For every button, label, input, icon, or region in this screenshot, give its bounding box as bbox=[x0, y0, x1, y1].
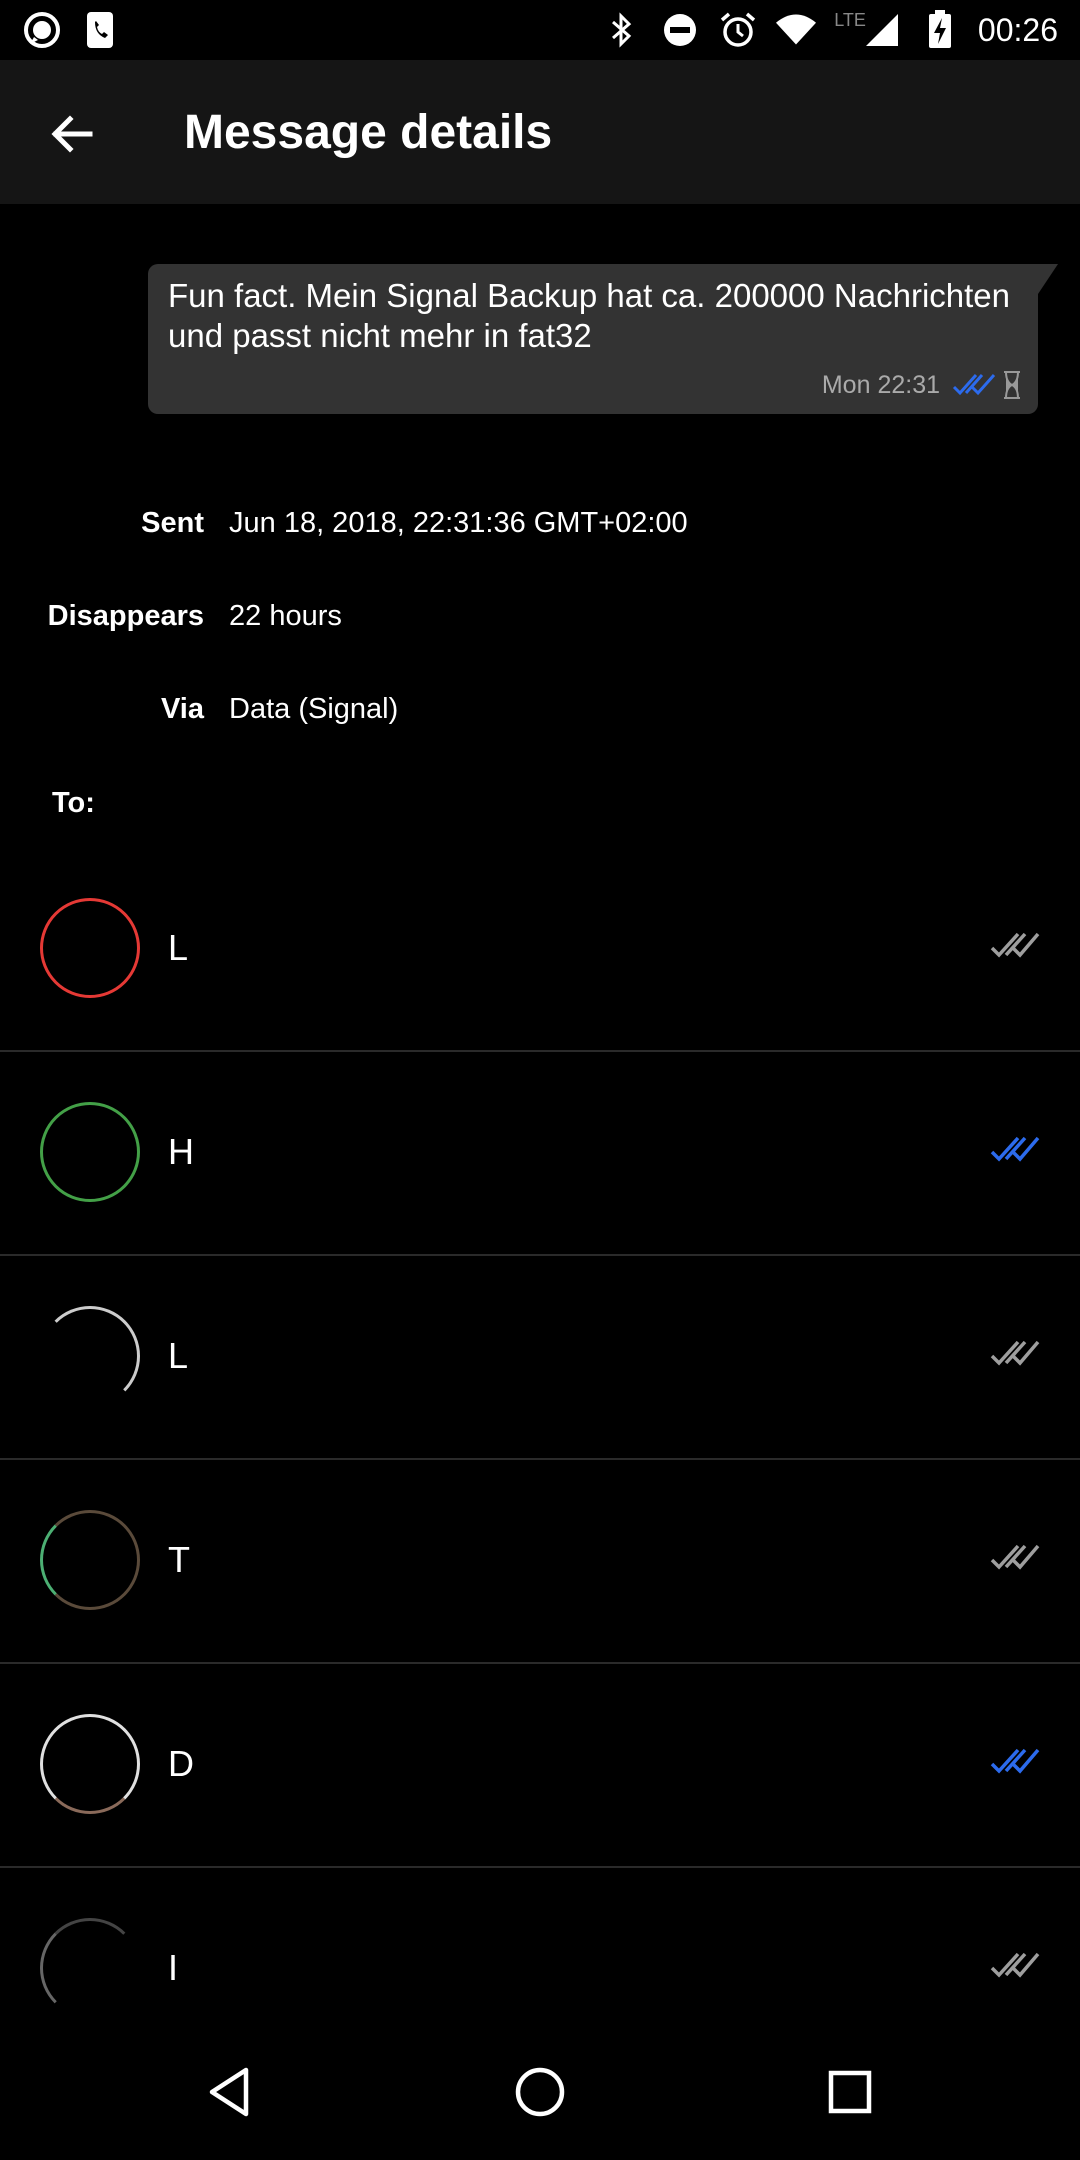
recipient-name: L bbox=[168, 1335, 189, 1376]
recipient-row[interactable]: I bbox=[0, 1868, 1080, 2020]
recipient-name: D bbox=[168, 1743, 194, 1784]
delivered-icon bbox=[990, 1952, 1040, 1978]
arrow-left-icon bbox=[51, 115, 93, 153]
read-icon bbox=[990, 1748, 1040, 1774]
hourglass-icon bbox=[1004, 371, 1020, 399]
alarm-icon bbox=[718, 8, 758, 52]
status-bar-left bbox=[22, 8, 120, 52]
disappears-value: 22 hours bbox=[229, 600, 342, 632]
bubble-tail bbox=[1038, 264, 1058, 294]
recipient-row[interactable]: H bbox=[0, 1052, 1080, 1256]
nav-recents-button[interactable] bbox=[818, 2060, 882, 2124]
message-text: Fun fact. Mein Signal Backup hat ca. 200… bbox=[168, 277, 1010, 354]
message-time: Mon 22:31 bbox=[821, 370, 940, 399]
bluetooth-icon bbox=[602, 8, 642, 52]
to-label: To: bbox=[52, 787, 95, 819]
recipient-row[interactable]: L bbox=[0, 1256, 1080, 1460]
triangle-back-icon bbox=[209, 2067, 249, 2117]
status-bar-right: LTE 00:26 bbox=[602, 6, 1058, 54]
avatar bbox=[40, 1918, 140, 2018]
cell-signal-icon bbox=[862, 8, 902, 52]
circle-home-icon bbox=[515, 2067, 565, 2117]
toolbar: Message details bbox=[0, 60, 1080, 204]
nav-back-button[interactable] bbox=[198, 2060, 262, 2124]
via-value: Data (Signal) bbox=[229, 693, 399, 725]
recipient-name: T bbox=[168, 1539, 190, 1580]
recipient-name: I bbox=[168, 1947, 179, 1988]
detail-disappears: Disappears 22 hours bbox=[0, 591, 1080, 641]
recipient-row[interactable]: L bbox=[0, 848, 1080, 1052]
disappears-label: Disappears bbox=[47, 600, 204, 632]
status-bar: LTE 00:26 bbox=[0, 0, 1080, 60]
avatar bbox=[40, 1510, 140, 1610]
navigation-bar bbox=[0, 2020, 1080, 2160]
wifi-icon bbox=[776, 8, 817, 52]
avatar bbox=[40, 1306, 140, 1406]
square-recents-icon bbox=[828, 2070, 872, 2114]
avatar bbox=[40, 1102, 140, 1202]
page-title: Message details bbox=[184, 106, 553, 159]
network-type-label: LTE bbox=[834, 9, 866, 30]
clock: 00:26 bbox=[977, 12, 1058, 48]
recipient-list[interactable]: L H L T D I bbox=[0, 848, 1080, 2020]
recipient-row[interactable]: T bbox=[0, 1460, 1080, 1664]
do-not-disturb-icon bbox=[660, 8, 700, 52]
avatar bbox=[40, 898, 140, 998]
delivered-icon bbox=[990, 1544, 1040, 1570]
detail-sent: Sent Jun 18, 2018, 22:31:36 GMT+02:00 bbox=[0, 498, 1080, 548]
sent-label: Sent bbox=[141, 507, 204, 539]
back-button[interactable] bbox=[40, 102, 104, 166]
phone-app-icon bbox=[80, 8, 120, 52]
via-label: Via bbox=[160, 693, 204, 725]
avatar bbox=[40, 1714, 140, 1814]
recipient-name: H bbox=[168, 1131, 194, 1172]
battery-charging-icon bbox=[920, 8, 960, 52]
signal-app-icon bbox=[22, 8, 62, 52]
nav-home-button[interactable] bbox=[508, 2060, 572, 2124]
recipient-name: L bbox=[168, 927, 189, 968]
message-meta: Mon 22:31 bbox=[822, 370, 1022, 400]
sent-value: Jun 18, 2018, 22:31:36 GMT+02:00 bbox=[229, 507, 688, 539]
delivered-icon bbox=[990, 1340, 1040, 1366]
double-check-icon bbox=[952, 374, 996, 396]
message-bubble[interactable]: Fun fact. Mein Signal Backup hat ca. 200… bbox=[148, 264, 1038, 414]
detail-via: Via Data (Signal) bbox=[0, 684, 1080, 734]
delivered-icon bbox=[990, 932, 1040, 958]
read-icon bbox=[990, 1136, 1040, 1162]
recipient-row[interactable]: D bbox=[0, 1664, 1080, 1868]
